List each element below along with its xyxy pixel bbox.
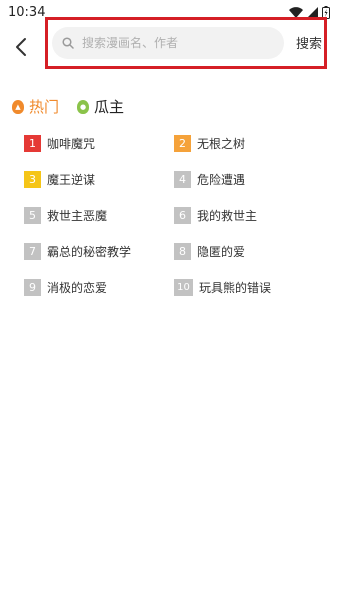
- rank-title: 隐匿的爱: [197, 244, 246, 259]
- rank-title: 消极的恋爱: [47, 280, 108, 295]
- list-item[interactable]: 9 消极的恋爱: [24, 278, 174, 296]
- back-arrow-icon: [16, 38, 26, 56]
- search-button[interactable]: 搜索: [296, 33, 322, 52]
- rank-title: 玩具熊的错误: [199, 280, 272, 295]
- rank-title: 咖啡魔咒: [47, 136, 96, 151]
- rank-title: 危险遭遇: [197, 172, 246, 187]
- rank-title: 魔王逆谋: [47, 172, 96, 187]
- rank-badge: 4: [174, 170, 191, 188]
- search-icon: [62, 37, 74, 49]
- search-input[interactable]: [80, 35, 274, 51]
- list-item[interactable]: 1 咖啡魔咒: [24, 134, 174, 152]
- rank-badge: 9: [24, 278, 41, 296]
- rank-badge: 2: [174, 134, 191, 152]
- list-item[interactable]: 10 玩具熊的错误: [174, 278, 324, 296]
- signal-icon: [307, 6, 318, 18]
- rank-badge: 5: [24, 206, 41, 224]
- search-box[interactable]: [52, 27, 284, 59]
- list-item[interactable]: 3 魔王逆谋: [24, 170, 174, 188]
- list-item[interactable]: 2 无根之树: [174, 134, 324, 152]
- back-button[interactable]: [10, 34, 32, 60]
- rank-badge: 1: [24, 134, 41, 152]
- rank-title: 无根之树: [197, 136, 246, 151]
- tab-hot[interactable]: ▲ 热门: [12, 96, 59, 117]
- list-item[interactable]: 7 霸总的秘密教学: [24, 242, 174, 260]
- list-item[interactable]: 5 救世主恶魔: [24, 206, 174, 224]
- ranking-list: 1 咖啡魔咒 2 无根之树 3 魔王逆谋 4 危险遭遇 5 救世主恶魔 6 我的…: [24, 134, 324, 296]
- rank-badge: 7: [24, 242, 41, 260]
- category-tabs: ▲ 热门 ● 瓜主: [12, 96, 142, 117]
- rank-badge: 6: [174, 206, 191, 224]
- rank-badge: 8: [174, 242, 191, 260]
- tab-hot-label: 热门: [29, 98, 60, 116]
- tab-melon[interactable]: ● 瓜主: [77, 96, 124, 117]
- fire-icon: ▲: [12, 99, 24, 114]
- melon-icon: ●: [77, 99, 90, 114]
- rank-title: 我的救世主: [197, 208, 258, 223]
- rank-title: 救世主恶魔: [47, 208, 108, 223]
- list-item[interactable]: 4 危险遭遇: [174, 170, 324, 188]
- rank-badge: 10: [174, 278, 193, 296]
- rank-badge: 3: [24, 170, 41, 188]
- list-item[interactable]: 8 隐匿的爱: [174, 242, 324, 260]
- status-time: 10:34: [8, 4, 46, 20]
- list-item[interactable]: 6 我的救世主: [174, 206, 324, 224]
- rank-title: 霸总的秘密教学: [47, 244, 132, 259]
- tab-melon-label: 瓜主: [94, 98, 125, 116]
- wifi-icon: [289, 6, 303, 18]
